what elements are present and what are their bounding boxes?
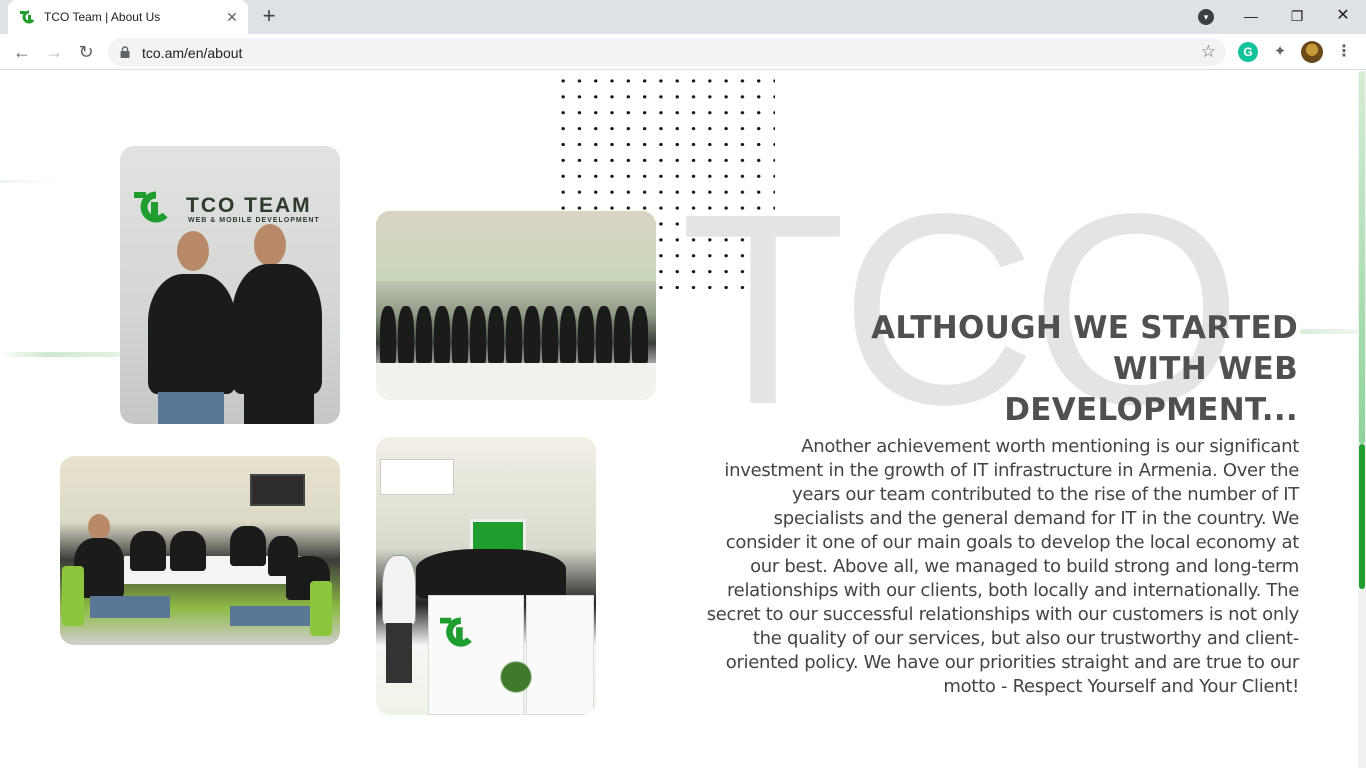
tab-close-icon[interactable]: ✕: [224, 9, 240, 25]
tco-logo-icon: [134, 191, 168, 223]
browser-toolbar: ← → ↻ tco.am/en/about ☆ G ✦ ⋮: [0, 34, 1366, 70]
section-body-text: Another achievement worth mentioning is …: [706, 436, 1300, 697]
grammarly-icon[interactable]: G: [1238, 42, 1258, 62]
section-heading: ALTHOUGH WE STARTED WITH WEB DEVELOPMENT…: [871, 310, 1298, 428]
browser-tabstrip: TCO Team | About Us ✕ + ▾ — ❐ ✕: [0, 0, 1366, 34]
photo-logo-text: TCO TEAM: [186, 194, 312, 217]
restore-button[interactable]: ❐: [1274, 4, 1320, 28]
page-viewport: TCO TCO TEAM WEB & MOBILE DEVELOPMENT AL…: [0, 71, 1366, 768]
address-bar[interactable]: tco.am/en/about ☆: [108, 38, 1226, 66]
tco-favicon-icon: [20, 10, 35, 24]
decorative-line: [0, 352, 120, 357]
browser-menu-icon[interactable]: ⋮: [1336, 42, 1352, 62]
decorative-line: [0, 180, 60, 183]
scrollbar-thumb[interactable]: [1359, 444, 1365, 589]
decorative-line: [1300, 329, 1366, 334]
team-photo-exhibition: [376, 437, 596, 715]
new-tab-button[interactable]: +: [256, 5, 282, 29]
url-text[interactable]: tco.am/en/about: [142, 45, 242, 61]
minimize-button[interactable]: —: [1228, 4, 1274, 28]
tab-search-icon[interactable]: ▾: [1198, 9, 1214, 25]
team-photo-meeting: [60, 456, 340, 645]
page-scrollbar[interactable]: [1358, 71, 1366, 768]
extensions-puzzle-icon[interactable]: ✦: [1270, 42, 1290, 62]
booth-logo-icon: [440, 617, 472, 647]
bookmark-star-icon[interactable]: ☆: [1201, 42, 1216, 62]
photo-logo-subtitle: WEB & MOBILE DEVELOPMENT: [188, 217, 320, 224]
browser-tab-active[interactable]: TCO Team | About Us ✕: [8, 0, 248, 34]
reload-icon[interactable]: ↻: [74, 40, 98, 64]
lock-icon[interactable]: [120, 46, 130, 58]
close-window-button[interactable]: ✕: [1320, 4, 1366, 28]
team-photo-founders: TCO TEAM WEB & MOBILE DEVELOPMENT: [120, 146, 340, 424]
forward-arrow-icon[interactable]: →: [42, 40, 66, 64]
team-photo-office: [376, 211, 656, 400]
tab-title: TCO Team | About Us: [44, 10, 161, 24]
back-arrow-icon[interactable]: ←: [10, 40, 34, 64]
profile-avatar[interactable]: [1301, 41, 1323, 63]
scrollbar-track: [1359, 71, 1365, 444]
